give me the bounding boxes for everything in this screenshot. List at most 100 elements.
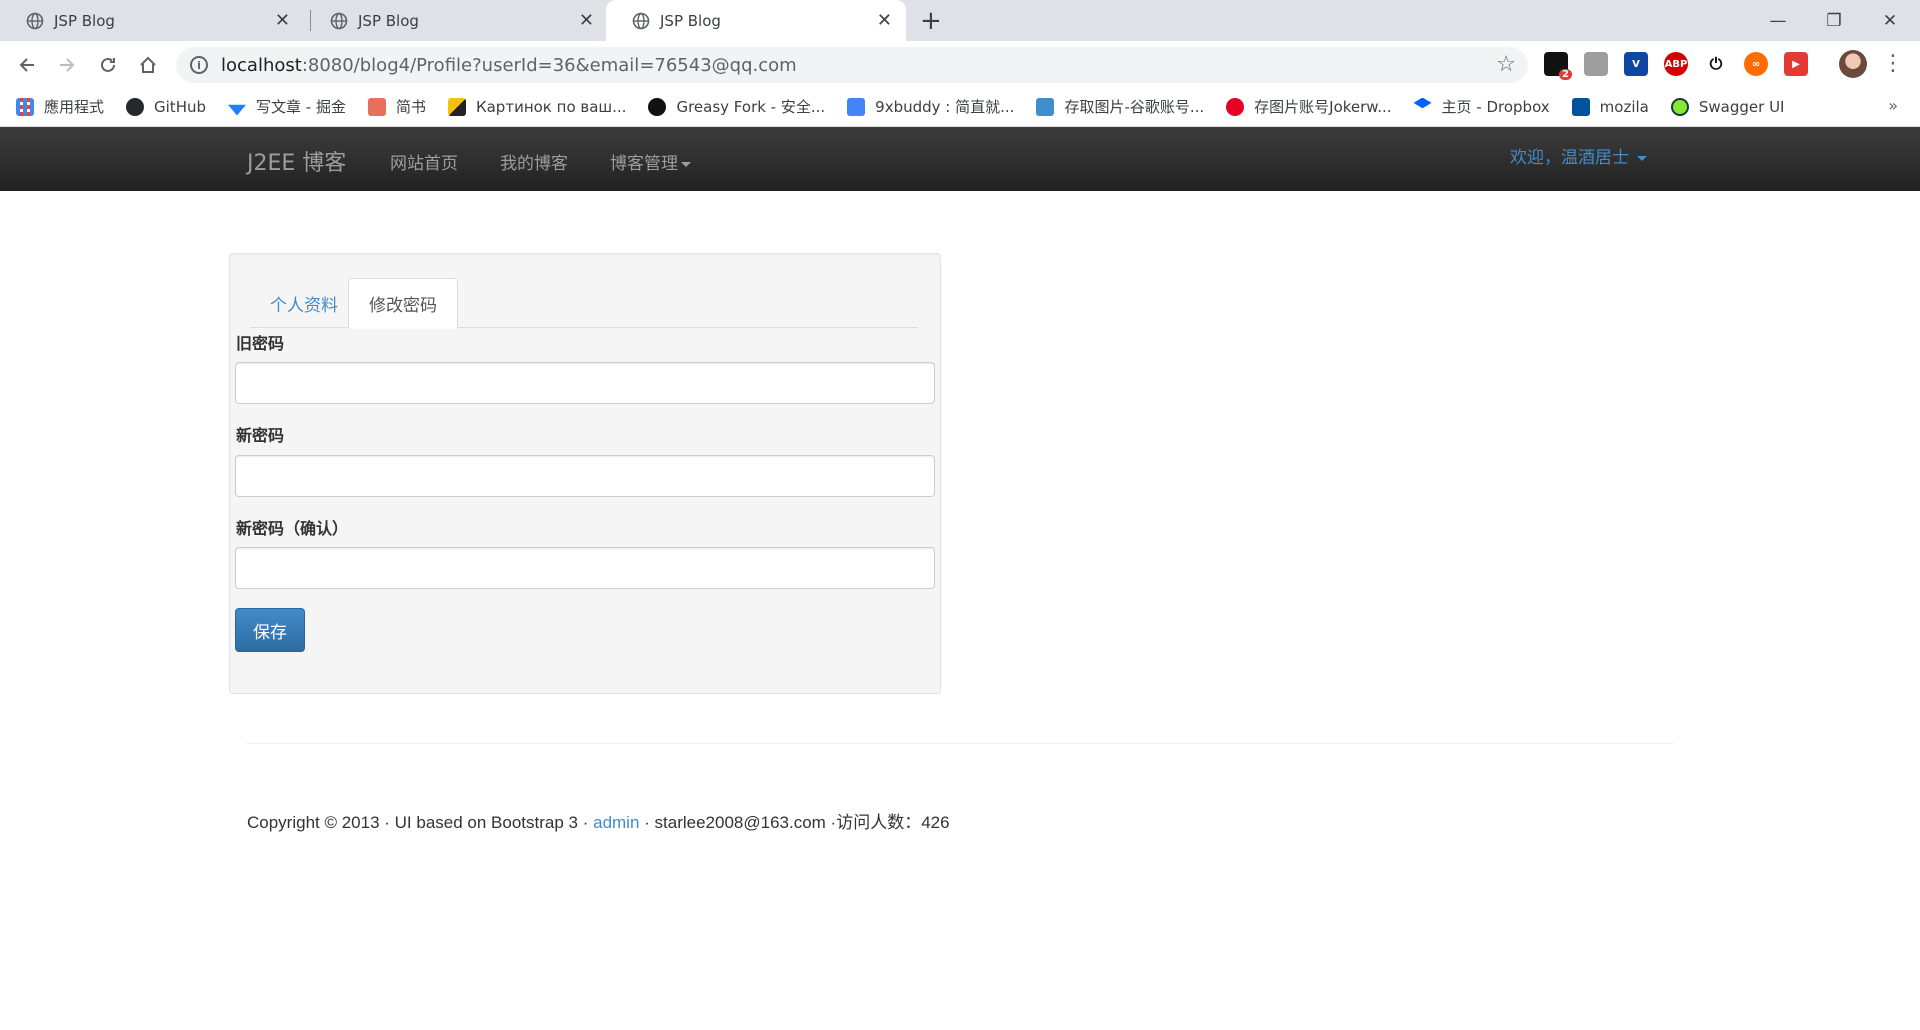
bookmark-label: 简书 [395, 98, 426, 116]
globe-icon [26, 12, 44, 29]
old-password-input[interactable] [235, 362, 935, 404]
browser-tabstrip: JSP Blog ✕ JSP Blog ✕ JSP Blog ✕ + — ❐ ✕ [0, 0, 1920, 41]
mozilla-icon [1571, 97, 1590, 116]
caret-down-icon [1637, 155, 1648, 161]
bookmark-label: 主页 - Dropbox [1441, 98, 1550, 116]
bookmark-label: GitHub [154, 97, 206, 116]
bookmark-jianshu[interactable]: 简书 [367, 96, 426, 117]
arrow-right-icon [60, 58, 75, 72]
info-icon[interactable]: i [190, 56, 208, 74]
confirm-password-input[interactable] [235, 547, 935, 589]
bookmarks-overflow-button[interactable]: » [1888, 96, 1898, 115]
github-icon [126, 97, 145, 116]
juejin-icon [228, 104, 246, 116]
bookmark-kartinok[interactable]: Картинок по ваш... [447, 97, 627, 116]
infinity-extension-icon[interactable]: ∞ [1744, 52, 1768, 76]
bookmark-apps[interactable]: 應用程式 [16, 96, 104, 117]
nav-blog-admin[interactable]: 博客管理 [610, 149, 691, 174]
url-path: :8080/blog4/Profile?userId=36&email=7654… [301, 54, 797, 76]
home-icon [140, 56, 156, 73]
bookmark-9xbuddy[interactable]: 9xbuddy : 简直就... [847, 96, 1014, 117]
tab-change-password[interactable]: 修改密码 [348, 278, 458, 329]
greasyfork-icon [648, 97, 667, 116]
bookmark-label: 存取图片-谷歌账号... [1064, 98, 1205, 116]
adblock-icon[interactable]: ABP [1664, 52, 1688, 76]
pinterest-icon [1226, 97, 1245, 116]
close-icon[interactable]: ✕ [579, 10, 594, 31]
site-navbar: J2EE 博客 网站首页 我的博客 博客管理 欢迎，温酒居士 [0, 127, 1920, 191]
browser-tab-1[interactable]: JSP Blog ✕ [0, 0, 304, 41]
footer-divider [247, 743, 1673, 744]
close-icon[interactable]: ✕ [275, 10, 290, 31]
close-icon[interactable]: ✕ [877, 10, 892, 31]
nav-my-blog[interactable]: 我的博客 [500, 149, 568, 174]
bookmark-label: Картинок по ваш... [475, 97, 627, 116]
bookmark-label: 應用程式 [44, 98, 105, 116]
bookmark-github[interactable]: GitHub [126, 97, 206, 116]
window-close-button[interactable]: ✕ [1862, 0, 1918, 41]
new-password-input[interactable] [235, 455, 935, 497]
minimize-button[interactable]: — [1750, 0, 1806, 41]
extension-notification-icon[interactable]: 2 [1544, 52, 1572, 80]
bookmark-label: Greasy Fork - 安全... [676, 98, 826, 116]
address-bar[interactable]: i localhost:8080/blog4/Profile?userId=36… [176, 47, 1528, 83]
url-host: localhost [221, 54, 302, 76]
globe-icon [330, 12, 348, 29]
bookmark-label: 写文章 - 掘金 [256, 98, 346, 116]
ibb-icon [1036, 97, 1055, 116]
nav-blog-admin-label: 博客管理 [610, 154, 678, 174]
apps-grid-icon [16, 97, 34, 116]
bookmark-label: Swagger UI [1698, 97, 1785, 116]
url-text: localhost:8080/blog4/Profile?userId=36&e… [221, 55, 797, 76]
browser-tab-3-active[interactable]: JSP Blog ✕ [606, 0, 906, 41]
profile-avatar[interactable] [1839, 50, 1867, 78]
video-extension-icon[interactable]: ▶ [1784, 52, 1808, 76]
home-button[interactable] [134, 51, 162, 79]
site-brand[interactable]: J2EE 博客 [247, 145, 346, 177]
tab-profile[interactable]: 个人资料 [250, 278, 358, 329]
bookmark-dropbox[interactable]: 主页 - Dropbox [1413, 96, 1550, 117]
browser-menu-icon[interactable]: ⋮ [1882, 51, 1904, 76]
footer-admin-link[interactable]: admin [593, 813, 639, 832]
image-extension-icon[interactable] [1584, 52, 1608, 76]
globe-icon [632, 12, 650, 29]
v-extension-icon[interactable]: V [1624, 52, 1648, 76]
browser-toolbar: i localhost:8080/blog4/Profile?userId=36… [0, 41, 1920, 87]
profile-tabs: 个人资料 修改密码 [250, 278, 918, 329]
old-password-label: 旧密码 [236, 334, 285, 353]
browser-tab-2[interactable]: JSP Blog ✕ [304, 0, 608, 41]
bookmark-label: 存图片账号Jokerw... [1254, 98, 1392, 116]
swagger-icon [1670, 97, 1689, 116]
user-menu[interactable]: 欢迎，温酒居士 [1510, 143, 1648, 168]
forward-button[interactable] [53, 51, 81, 79]
tab-title: JSP Blog [358, 11, 419, 30]
tab-title: JSP Blog [660, 11, 721, 30]
profile-panel: 个人资料 修改密码 旧密码 新密码 新密码（确认） 保存 [229, 253, 941, 694]
footer-contact: · starlee2008@163.com ·访问人数：426 [639, 813, 950, 832]
bookmark-star-icon[interactable]: ☆ [1496, 52, 1516, 77]
save-button[interactable]: 保存 [235, 608, 305, 652]
jianshu-icon [367, 97, 386, 116]
power-icon[interactable]: ⏻ [1704, 52, 1728, 76]
welcome-label: 欢迎，温酒居士 [1510, 148, 1629, 168]
bookmark-ibb[interactable]: 存取图片-谷歌账号... [1036, 96, 1204, 117]
bookmark-greasyfork[interactable]: Greasy Fork - 安全... [648, 96, 825, 117]
bookmark-swagger[interactable]: Swagger UI [1670, 97, 1785, 116]
maximize-button[interactable]: ❐ [1806, 0, 1862, 41]
bookmark-pinterest[interactable]: 存图片账号Jokerw... [1226, 96, 1392, 117]
bookmark-label: 9xbuddy : 简直就... [875, 98, 1015, 116]
arrow-left-icon [19, 58, 34, 72]
bookmarks-bar: 應用程式 GitHub 写文章 - 掘金 简书 Картинок по ваш.… [0, 87, 1920, 127]
nav-home[interactable]: 网站首页 [390, 149, 458, 174]
site-footer: Copyright © 2013 · UI based on Bootstrap… [247, 808, 950, 833]
footer-copyright: Copyright © 2013 · UI based on Bootstrap… [247, 813, 594, 832]
reload-button[interactable] [94, 51, 122, 79]
tab-title: JSP Blog [54, 11, 115, 30]
extension-badge: 2 [1559, 69, 1572, 80]
dropbox-icon [1413, 97, 1432, 109]
back-button[interactable] [13, 51, 41, 79]
doc-icon [847, 97, 866, 116]
bookmark-juejin[interactable]: 写文章 - 掘金 [228, 96, 346, 117]
bookmark-mozilla[interactable]: mozila [1571, 97, 1649, 116]
new-tab-button[interactable]: + [920, 6, 942, 36]
